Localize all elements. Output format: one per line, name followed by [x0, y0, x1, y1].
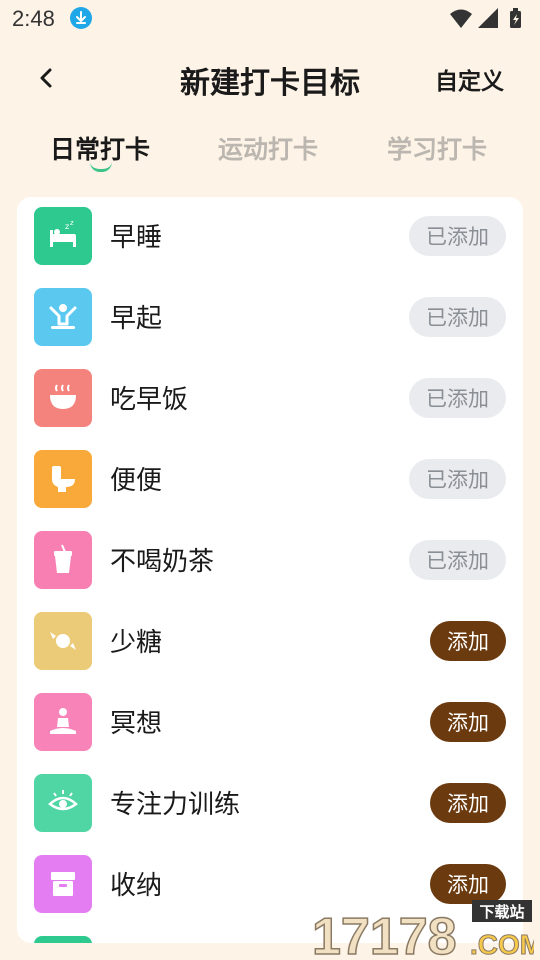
storage-box-icon — [34, 855, 92, 913]
added-button[interactable]: 已添加 — [409, 216, 506, 256]
download-icon — [70, 7, 92, 29]
candy-icon — [34, 612, 92, 670]
tab-study[interactable]: 学习打卡 — [387, 130, 487, 166]
signal-icon — [478, 8, 498, 28]
category-tabs: 日常打卡 运动打卡 学习打卡 — [0, 126, 540, 176]
add-button[interactable]: 添加 — [430, 621, 506, 661]
list-item[interactable]: 便便 已添加 — [17, 440, 523, 521]
added-button[interactable]: 已添加 — [409, 297, 506, 337]
item-label: 吃早饭 — [110, 385, 189, 415]
item-label: 便便 — [110, 466, 163, 496]
list-item[interactable]: 早起 已添加 — [17, 278, 523, 359]
list-item[interactable]: 不喝奶茶 已添加 — [17, 521, 523, 602]
habit-list: z z 早睡 已添加 早起 已添加 吃早饭 已添加 便便 已添加 不喝奶茶 已添… — [17, 197, 523, 943]
battery-icon — [510, 8, 521, 28]
status-bar: 2:48 — [0, 0, 540, 38]
added-button[interactable]: 已添加 — [409, 540, 506, 580]
list-item[interactable]: 吃早饭 已添加 — [17, 359, 523, 440]
item-label: 冥想 — [110, 709, 163, 739]
next-item-icon — [34, 936, 92, 943]
header: 新建打卡目标 自定义 — [0, 50, 540, 106]
added-button[interactable]: 已添加 — [409, 378, 506, 418]
tab-daily[interactable]: 日常打卡 — [50, 130, 150, 166]
list-item[interactable]: 少糖 添加 — [17, 602, 523, 683]
status-icons — [440, 8, 521, 30]
watermark-number: 17178 — [312, 908, 457, 958]
list-item[interactable]: 专注力训练 添加 — [17, 764, 523, 845]
list-item[interactable]: z z 早睡 已添加 — [17, 197, 523, 278]
item-label: 早起 — [110, 304, 163, 334]
svg-text:z: z — [70, 219, 74, 227]
milk-tea-icon — [34, 531, 92, 589]
added-button[interactable]: 已添加 — [409, 459, 506, 499]
custom-button[interactable]: 自定义 — [435, 62, 504, 96]
watermark-suffix: .COM — [470, 929, 534, 958]
focus-eye-icon — [34, 774, 92, 832]
add-button[interactable]: 添加 — [430, 702, 506, 742]
toilet-icon — [34, 450, 92, 508]
add-button[interactable]: 添加 — [430, 783, 506, 823]
svg-text:z: z — [65, 222, 69, 231]
list-item[interactable]: 冥想 添加 — [17, 683, 523, 764]
meditation-icon — [34, 693, 92, 751]
status-time: 2:48 — [12, 6, 55, 31]
wifi-icon — [450, 9, 472, 28]
tab-active-indicator — [90, 162, 112, 172]
tab-sports[interactable]: 运动打卡 — [218, 130, 318, 166]
item-label: 不喝奶茶 — [110, 547, 215, 577]
breakfast-bowl-icon — [34, 369, 92, 427]
item-label: 少糖 — [110, 628, 163, 658]
item-label: 早睡 — [110, 223, 163, 253]
sleep-bed-icon: z z — [34, 207, 92, 265]
watermark-sub: 下载站 — [479, 903, 524, 921]
watermark-logo: 下载站 17178 .COM — [311, 898, 540, 960]
item-label: 收纳 — [110, 871, 163, 901]
wake-up-icon — [34, 288, 92, 346]
item-label: 专注力训练 — [110, 790, 241, 820]
